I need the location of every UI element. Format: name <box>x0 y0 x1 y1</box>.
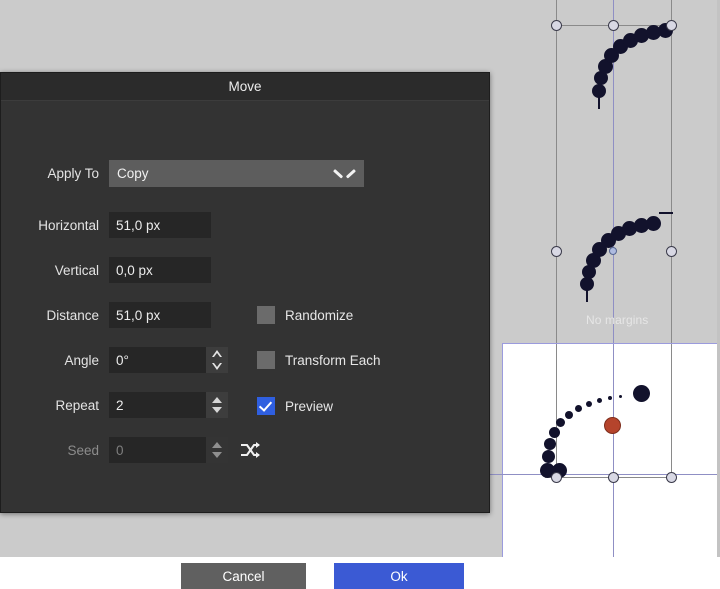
preview-checkbox[interactable] <box>257 397 275 415</box>
horizontal-label: Horizontal <box>38 217 99 233</box>
repeat-row: Repeat <box>1 391 491 419</box>
selection-handle[interactable] <box>608 472 619 483</box>
seed-row: Seed <box>1 436 491 464</box>
angle-row: Angle <box>1 346 491 374</box>
dialog-titlebar[interactable]: Move <box>1 73 489 101</box>
stroke-dot <box>549 427 560 438</box>
cancel-button[interactable]: Cancel <box>181 563 306 589</box>
apply-to-label: Apply To <box>47 165 99 181</box>
spinner-down-icon[interactable] <box>212 407 222 413</box>
spinner-down-icon[interactable] <box>212 452 222 458</box>
horizontal-row: Horizontal <box>1 211 491 239</box>
vertical-input[interactable] <box>109 257 211 283</box>
stroke-tail-middle-end <box>659 212 673 214</box>
repeat-input[interactable] <box>109 392 206 418</box>
stroke-dot <box>597 398 602 403</box>
repeat-label: Repeat <box>55 397 99 413</box>
selection-handle[interactable] <box>666 246 677 257</box>
randomize-checkbox[interactable] <box>257 306 275 324</box>
guide-horizontal-baseline <box>490 474 720 475</box>
randomize-checkbox-row[interactable]: Randomize <box>257 306 353 324</box>
transform-each-label: Transform Each <box>285 352 381 368</box>
seed-label: Seed <box>67 442 99 458</box>
stroke-dot <box>575 405 582 412</box>
stroke-dot <box>646 216 661 231</box>
selection-handle-center[interactable] <box>609 247 617 255</box>
spinner-up-icon[interactable] <box>212 442 222 448</box>
stroke-dot <box>586 401 592 407</box>
no-margins-label: No margins <box>586 313 649 327</box>
preview-checkbox-row[interactable]: Preview <box>257 397 333 415</box>
angle-input[interactable] <box>109 347 206 373</box>
randomize-label: Randomize <box>285 307 354 323</box>
distance-row: Distance <box>1 301 491 329</box>
stroke-dot <box>556 418 565 427</box>
repeat-spinner[interactable] <box>206 392 228 418</box>
seed-input[interactable] <box>109 437 206 463</box>
selection-bbox-right-edge <box>671 0 672 477</box>
stroke-dot <box>565 411 573 419</box>
angle-label: Angle <box>64 352 99 368</box>
apply-to-value: Copy <box>117 165 149 181</box>
angle-spinner[interactable] <box>206 347 228 373</box>
selection-handle[interactable] <box>666 20 677 31</box>
stroke-dot <box>544 438 556 450</box>
selection-handle[interactable] <box>551 246 562 257</box>
vertical-row: Vertical <box>1 256 491 284</box>
dialog-title: Move <box>228 79 262 94</box>
seed-spinner[interactable] <box>206 437 228 463</box>
selection-handle[interactable] <box>608 20 619 31</box>
ok-button[interactable]: Ok <box>334 563 464 589</box>
transform-each-checkbox[interactable] <box>257 351 275 369</box>
stroke-dot <box>619 395 622 398</box>
spinner-up-icon[interactable] <box>212 397 222 403</box>
selection-handle[interactable] <box>551 472 562 483</box>
spinner-down-icon[interactable] <box>212 363 222 370</box>
horizontal-input[interactable] <box>109 212 211 238</box>
stroke-dot <box>592 84 606 98</box>
distance-input[interactable] <box>109 302 211 328</box>
page-sheet <box>502 343 720 557</box>
stroke-dot <box>608 396 612 400</box>
stroke-dot-endpoint <box>633 385 650 402</box>
stroke-dot-accent <box>604 417 621 434</box>
chevron-down-icon <box>336 168 353 179</box>
apply-to-dropdown[interactable]: Copy <box>109 159 364 187</box>
selection-handle[interactable] <box>551 20 562 31</box>
preview-label: Preview <box>285 398 334 414</box>
dialog-body: Apply To Copy Horizontal Vertical Distan… <box>1 101 491 589</box>
vertical-label: Vertical <box>54 262 99 278</box>
guide-vertical-page-left <box>502 343 503 557</box>
move-dialog: Move Apply To Copy Horizontal Vertical <box>0 72 491 589</box>
application-window: No margins Move Apply To Copy Horizontal… <box>0 0 720 589</box>
stroke-dot <box>542 450 555 463</box>
guide-horizontal-page-top <box>502 343 720 344</box>
stroke-dot <box>580 277 594 291</box>
selection-handle[interactable] <box>666 472 677 483</box>
apply-to-row: Apply To Copy <box>1 159 491 187</box>
transform-each-checkbox-row[interactable]: Transform Each <box>257 351 381 369</box>
selection-bbox-left-edge <box>556 0 557 477</box>
shuffle-icon[interactable] <box>239 441 261 459</box>
spinner-up-icon[interactable] <box>212 350 222 357</box>
distance-label: Distance <box>46 307 99 323</box>
